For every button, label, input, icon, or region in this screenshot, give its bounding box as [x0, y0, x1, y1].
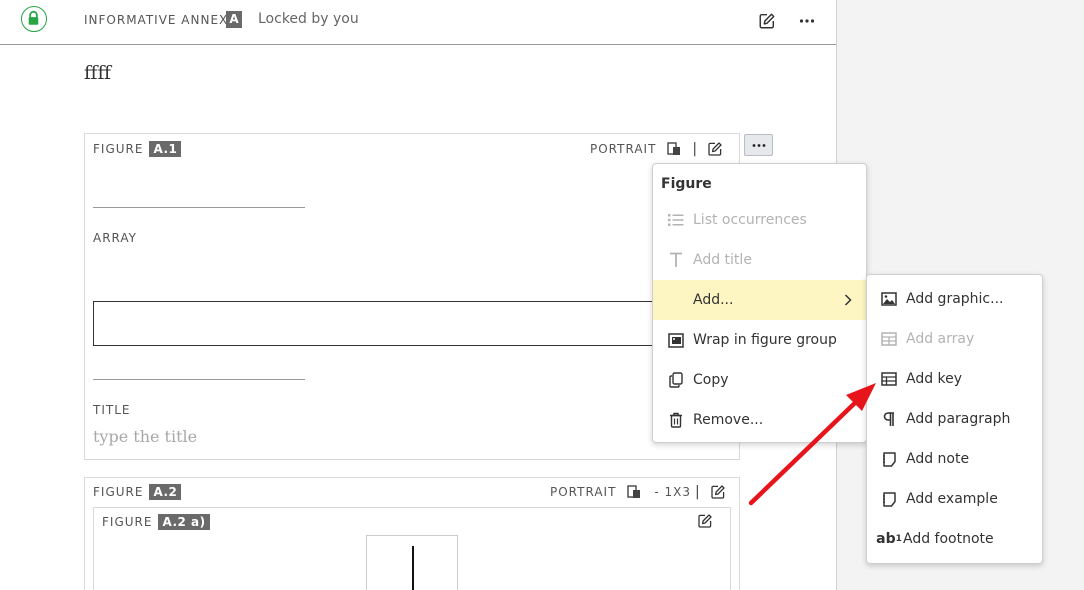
orientation-label: PORTRAIT	[590, 142, 657, 156]
edit-section-button[interactable]	[756, 10, 778, 32]
menu-item-label: Add note	[906, 451, 970, 467]
figure-a1-caption: FIGURE A.1	[93, 141, 182, 157]
menu-item-label: Add paragraph	[906, 411, 1011, 427]
orientation-label: PORTRAIT	[550, 485, 617, 499]
copy-icon	[667, 371, 685, 389]
menu-item-add-note[interactable]: Add note	[867, 439, 1042, 479]
figure-a2-caption: FIGURE A.2	[93, 484, 182, 500]
lock-status-indicator[interactable]	[21, 6, 47, 32]
edit-icon[interactable]	[697, 513, 713, 529]
array-content-field[interactable]	[93, 301, 693, 346]
menu-item-add-graphic[interactable]: Add graphic...	[867, 279, 1042, 319]
menu-item-add-submenu[interactable]: Add...	[653, 280, 866, 320]
menu-item-label: Add array	[906, 331, 975, 347]
menu-item-label: Add...	[693, 292, 734, 308]
section-more-button[interactable]	[796, 10, 818, 32]
figure-label: FIGURE	[93, 142, 144, 156]
figure-a1	[84, 133, 740, 460]
trash-icon	[667, 411, 685, 429]
menu-item-add-array[interactable]: Add array	[867, 319, 1042, 359]
menu-item-label: Wrap in figure group	[693, 332, 837, 348]
menu-item-add-title[interactable]: Add title	[653, 240, 866, 280]
array-label: ARRAY	[93, 231, 138, 245]
graphic-preview[interactable]	[366, 535, 458, 590]
section-number-badge: A	[226, 11, 242, 28]
figure-a2-toolbar: PORTRAIT - 1X3 |	[550, 484, 726, 500]
menu-item-wrap-figure-group[interactable]: Wrap in figure group	[653, 320, 866, 360]
menu-item-label: Add title	[693, 252, 752, 268]
text-icon	[667, 251, 685, 269]
figure-a1-toolbar: PORTRAIT |	[590, 141, 723, 157]
menu-item-add-footnote[interactable]: ab 1 Add footnote	[867, 519, 1042, 559]
menu-item-label: Add example	[906, 491, 998, 507]
footnote-icon: ab 1	[876, 531, 902, 547]
divider	[93, 379, 305, 380]
ellipsis-icon	[799, 19, 815, 23]
note-icon	[880, 450, 898, 468]
add-submenu: Add graphic... Add array Add key Add par…	[866, 274, 1043, 564]
image-icon	[880, 290, 898, 308]
menu-item-add-example[interactable]: Add example	[867, 479, 1042, 519]
figure-context-menu: Figure List occurrences Add title Add...…	[652, 163, 867, 443]
menu-item-add-paragraph[interactable]: Add paragraph	[867, 399, 1042, 439]
figure-more-button[interactable]	[744, 134, 773, 156]
example-icon	[880, 490, 898, 508]
menu-item-label: Copy	[693, 372, 729, 388]
menu-item-label: List occurrences	[693, 212, 807, 228]
edit-icon[interactable]	[710, 484, 726, 500]
edit-icon	[759, 13, 775, 29]
figure-label: FIGURE	[93, 485, 144, 499]
table-icon	[880, 370, 898, 388]
menu-item-label: Add graphic...	[906, 291, 1004, 307]
menu-item-label: Add footnote	[903, 531, 994, 547]
menu-item-remove[interactable]: Remove...	[653, 400, 866, 440]
title-label: TITLE	[93, 403, 131, 417]
text-cursor	[412, 546, 414, 590]
figure-number-badge: A.2	[149, 484, 182, 500]
edit-icon[interactable]	[707, 141, 723, 157]
figure-number-badge: A.1	[149, 141, 182, 157]
menu-title: Figure	[661, 176, 712, 192]
pilcrow-icon	[880, 410, 898, 428]
section-header: INFORMATIVE ANNEX A Locked by you	[0, 0, 836, 45]
divider	[93, 207, 305, 208]
grid-size-label: - 1X3	[654, 485, 692, 499]
subfigure-caption: FIGURE A.2 a)	[102, 514, 210, 530]
ellipsis-icon	[752, 143, 765, 147]
menu-item-label: Remove...	[693, 412, 764, 428]
toolbar-separator: |	[695, 484, 700, 500]
section-heading-text[interactable]: ffff	[84, 62, 111, 84]
title-input[interactable]: type the title	[93, 427, 197, 446]
section-type-label: INFORMATIVE ANNEX	[84, 13, 229, 27]
menu-item-copy[interactable]: Copy	[653, 360, 866, 400]
lock-status-text: Locked by you	[258, 11, 359, 27]
figure-number-badge: A.2 a)	[158, 514, 210, 530]
orientation-toggle-icon[interactable]	[666, 141, 682, 157]
table-icon	[880, 330, 898, 348]
figure-group-icon	[667, 331, 685, 349]
menu-item-list-occurrences[interactable]: List occurrences	[653, 200, 866, 240]
figure-label: FIGURE	[102, 515, 153, 529]
toolbar-separator: |	[692, 141, 698, 157]
menu-item-add-key[interactable]: Add key	[867, 359, 1042, 399]
orientation-toggle-icon[interactable]	[626, 484, 642, 500]
menu-item-label: Add key	[906, 371, 963, 387]
chevron-right-icon	[844, 294, 852, 306]
lock-icon	[22, 7, 45, 30]
list-icon	[667, 211, 685, 229]
